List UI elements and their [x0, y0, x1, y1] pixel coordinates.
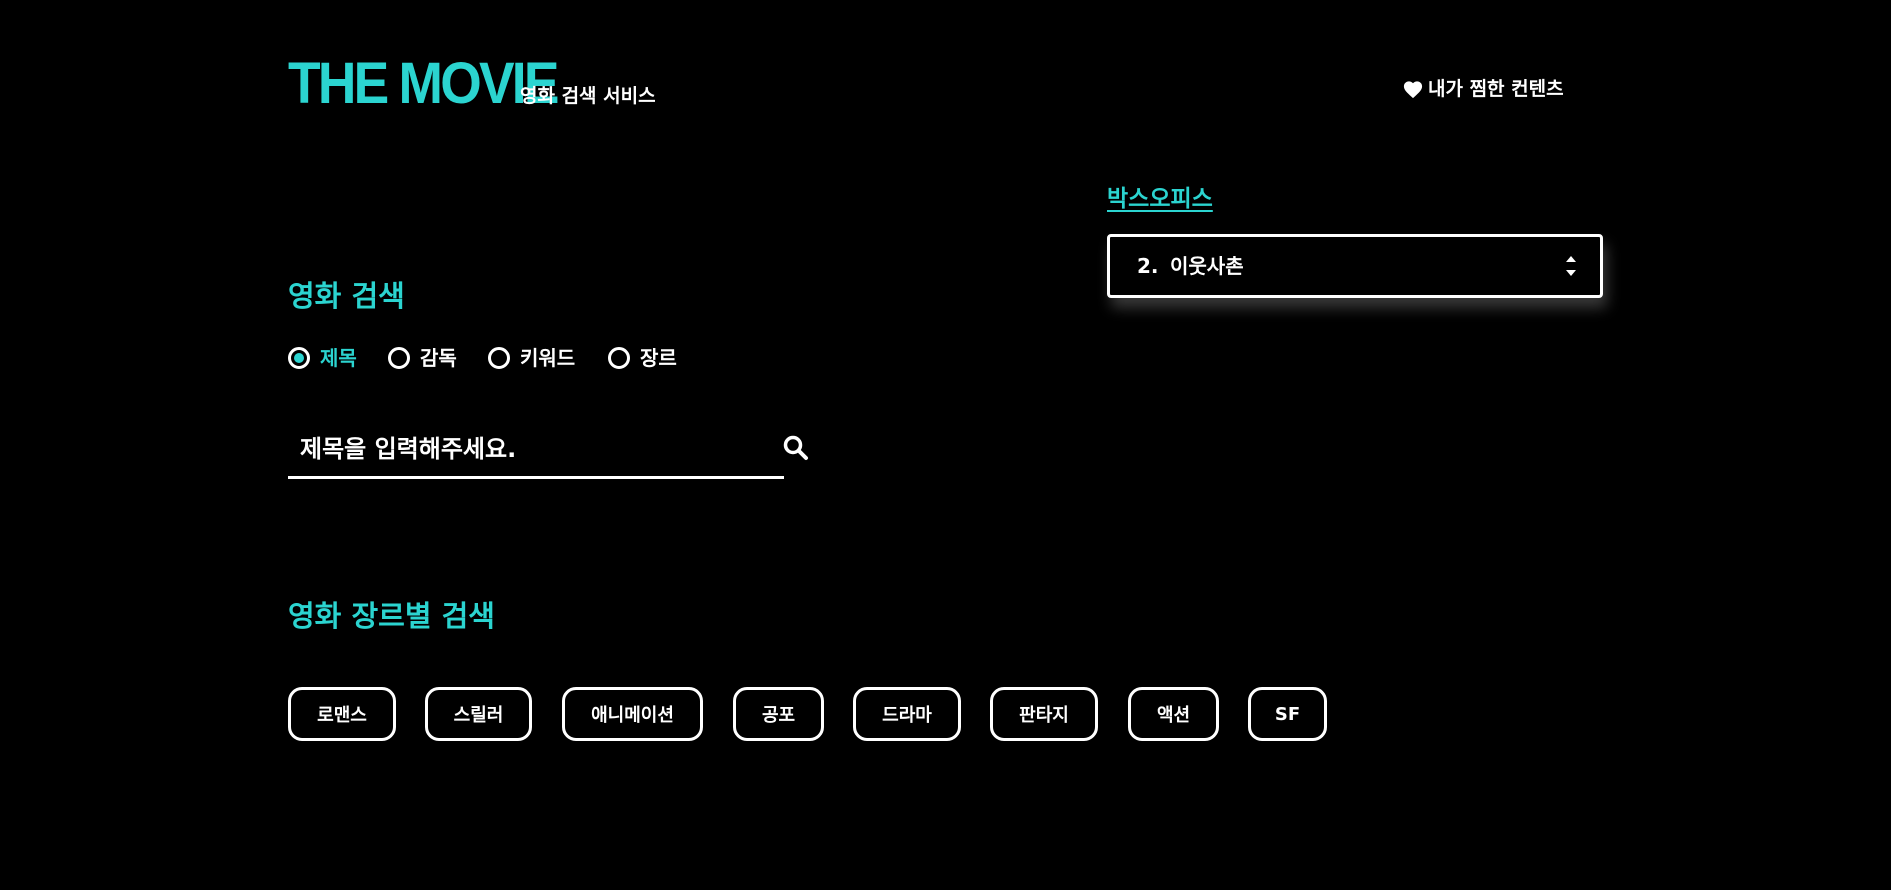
radio-circle [608, 347, 630, 369]
sort-arrows-icon [1564, 251, 1578, 281]
boxoffice-select[interactable]: 2. 이웃사촌 [1107, 234, 1603, 298]
radio-title[interactable]: 제목 [288, 344, 357, 372]
genre-button-romance[interactable]: 로맨스 [288, 687, 396, 741]
search-button[interactable] [782, 434, 810, 462]
heart-icon [1402, 79, 1424, 99]
search-input[interactable] [288, 428, 780, 470]
radio-keyword[interactable]: 키워드 [488, 344, 575, 372]
radio-circle-checked [288, 347, 310, 369]
genre-button-horror[interactable]: 공포 [733, 687, 824, 741]
boxoffice-selected-title: 이웃사촌 [1170, 254, 1244, 278]
radio-circle [488, 347, 510, 369]
favorites-link[interactable]: 내가 찜한 컨텐츠 [1402, 76, 1564, 102]
genre-button-fantasy[interactable]: 판타지 [990, 687, 1098, 741]
site-logo[interactable]: THE MOVIE [288, 52, 559, 116]
site-subtitle: 영화 검색 서비스 [520, 85, 656, 107]
radio-label-genre: 장르 [640, 346, 677, 370]
boxoffice-title[interactable]: 박스오피스 [1107, 184, 1213, 214]
search-field-wrapper [288, 428, 784, 479]
radio-label-director: 감독 [420, 346, 457, 370]
radio-label-keyword: 키워드 [520, 346, 576, 370]
genre-button-thriller[interactable]: 스릴러 [425, 687, 532, 741]
genre-button-animation[interactable]: 애니메이션 [562, 687, 703, 741]
radio-label-title: 제목 [320, 346, 357, 370]
radio-circle [388, 347, 410, 369]
search-icon [782, 435, 810, 466]
radio-genre[interactable]: 장르 [608, 344, 677, 372]
genre-button-action[interactable]: 액션 [1128, 687, 1219, 741]
search-section-title: 영화 검색 [288, 279, 405, 313]
radio-director[interactable]: 감독 [388, 344, 457, 372]
genre-button-sf[interactable]: SF [1248, 687, 1327, 741]
genre-button-drama[interactable]: 드라마 [853, 687, 961, 741]
boxoffice-selected-rank: 2. [1137, 254, 1159, 278]
favorites-label: 내가 찜한 컨텐츠 [1428, 78, 1564, 100]
genre-section-title: 영화 장르별 검색 [288, 599, 495, 633]
